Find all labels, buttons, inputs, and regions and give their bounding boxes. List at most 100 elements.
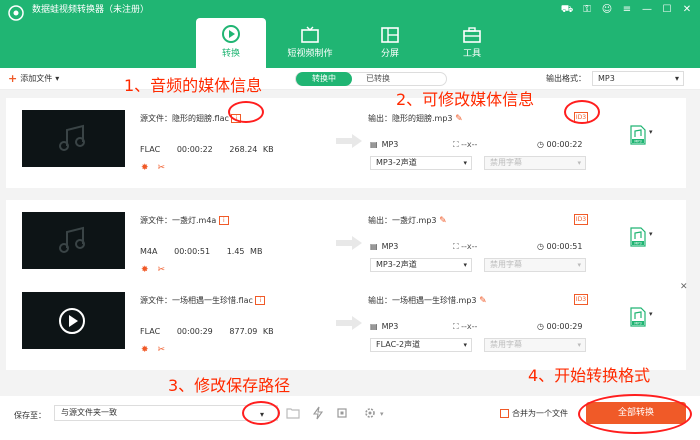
resolution-icon: ⛶ <box>453 322 459 331</box>
clock-icon: ◷ <box>537 140 544 149</box>
seg-converting[interactable]: 转换中 <box>296 72 352 86</box>
source-duration: 00:00:51 <box>174 247 211 256</box>
toolbox-icon <box>463 27 481 43</box>
gpu-icon[interactable] <box>335 406 349 420</box>
subtitle-value: 禁用字幕 <box>490 158 522 167</box>
user-icon[interactable]: ☺ <box>600 3 614 17</box>
output-file-label: 输出：一场相遇一生珍惜.mp3 <box>368 296 477 305</box>
tab-split-screen[interactable]: 分屏 <box>355 20 425 66</box>
source-format: FLAC <box>140 327 161 336</box>
chevron-down-icon[interactable]: ▾ <box>380 410 384 418</box>
source-file-name: 源文件：一场相遇一生珍惜.flac i <box>140 295 266 306</box>
subtitle-select[interactable]: 禁用字幕 ▾ <box>484 258 586 272</box>
output-file-label: 输出：一盏灯.mp3 <box>368 216 437 225</box>
output-format-value: MP3 <box>381 140 399 149</box>
file-tools: ✸ ✂ <box>141 163 165 173</box>
tv-icon <box>301 26 319 43</box>
plus-icon: + <box>8 71 18 85</box>
subtitle-select[interactable]: 禁用字幕 ▾ <box>484 338 586 352</box>
output-resolution: ⛶ --x-- <box>453 140 477 150</box>
chevron-down-icon: ▾ <box>577 341 581 349</box>
output-format: ▤ MP3 <box>370 242 398 251</box>
source-duration: 00:00:29 <box>176 327 213 336</box>
effect-wand-icon[interactable]: ✸ <box>141 345 149 355</box>
output-format-select[interactable]: MP3 ▾ <box>592 71 684 86</box>
audio-channel-select[interactable]: FLAC-2声道 ▾ <box>370 338 472 352</box>
film-icon: ▤ <box>370 140 378 149</box>
status-toggle: 转换中 已转换 <box>295 72 447 86</box>
chevron-down-icon: ▾ <box>463 341 467 349</box>
music-note-icon <box>59 124 85 151</box>
audio-channel-select[interactable]: MP3-2声道 ▾ <box>370 258 472 272</box>
chevron-down-icon[interactable]: ▾ <box>649 230 653 238</box>
tab-convert[interactable]: 转换 <box>196 18 266 68</box>
media-info-icon[interactable]: i <box>218 216 229 225</box>
split-screen-icon <box>381 27 399 43</box>
file-thumbnail <box>22 292 125 349</box>
convert-icon <box>222 25 240 43</box>
film-icon: ▤ <box>370 242 378 251</box>
scissors-icon[interactable]: ✂ <box>158 163 166 173</box>
maximize-icon[interactable]: ☐ <box>660 3 674 17</box>
chevron-down-icon: ▾ <box>674 74 679 83</box>
format-badge-text: MP3 <box>634 241 641 245</box>
film-icon: ▤ <box>370 322 378 331</box>
tab-tools-label: 工具 <box>462 49 481 59</box>
checkbox-icon <box>500 409 509 418</box>
audio-channel-value: MP3-2声道 <box>376 260 417 269</box>
minimize-icon[interactable]: — <box>640 3 654 17</box>
scissors-icon[interactable]: ✂ <box>158 345 166 355</box>
hardware-accel-off-icon[interactable] <box>311 406 325 420</box>
tab-tools[interactable]: 工具 <box>437 20 507 66</box>
output-file-label: 输出：隐形的翅膀.mp3 <box>368 114 453 123</box>
chevron-down-icon: ▾ <box>463 261 467 269</box>
effect-wand-icon[interactable]: ✸ <box>141 163 149 173</box>
chevron-down-icon: ▾ <box>463 159 467 167</box>
audio-channel-value: FLAC-2声道 <box>376 340 421 349</box>
clock-icon: ◷ <box>537 242 544 251</box>
save-to-label: 保存至： <box>14 411 46 420</box>
audio-channel-select[interactable]: MP3-2声道 ▾ <box>370 156 472 170</box>
tab-short-video-label: 短视频制作 <box>287 49 333 59</box>
add-file-button[interactable]: + 添加文件 ▾ <box>8 73 59 84</box>
cart-icon[interactable]: ⛟ <box>560 3 574 17</box>
edit-media-info-icon[interactable]: ID3 <box>574 294 588 305</box>
file-tools: ✸ ✂ <box>141 345 165 355</box>
edit-media-info-icon[interactable]: ID3 <box>574 214 588 225</box>
folder-icon[interactable] <box>286 406 300 420</box>
edit-pencil-icon[interactable]: ✎ <box>479 296 487 306</box>
edit-pencil-icon[interactable]: ✎ <box>439 216 447 226</box>
window-controls: ⛟ ⚿ ☺ ≡ — ☐ ✕ <box>560 3 694 17</box>
key-icon[interactable]: ⚿ <box>580 3 594 17</box>
effect-wand-icon[interactable]: ✸ <box>141 265 149 275</box>
chevron-down-icon[interactable]: ▾ <box>649 310 653 318</box>
menu-icon[interactable]: ≡ <box>620 3 634 17</box>
source-file-label: 源文件：一盏灯.m4a <box>140 216 217 225</box>
annotation-4: 4、开始转换格式 <box>528 366 651 385</box>
tab-short-video[interactable]: 短视频制作 <box>275 20 345 66</box>
format-badge-text: MP3 <box>634 139 641 143</box>
close-icon[interactable]: ✕ <box>680 3 694 17</box>
resolution-icon: ⛶ <box>453 140 459 149</box>
mp3-format-icon[interactable]: MP3 <box>630 307 646 327</box>
annotation-ring-save-path <box>242 401 280 425</box>
play-icon[interactable] <box>57 306 87 336</box>
output-resolution: ⛶ --x-- <box>453 322 477 332</box>
subtitle-value: 禁用字幕 <box>490 260 522 269</box>
row-close-icon[interactable]: ✕ <box>680 282 688 292</box>
settings-gear-icon[interactable] <box>363 406 377 420</box>
subtitle-select[interactable]: 禁用字幕 ▾ <box>484 156 586 170</box>
tab-convert-label: 转换 <box>221 49 240 59</box>
media-info-icon[interactable]: i <box>255 296 266 305</box>
file-row: 源文件：一场相遇一生珍惜.flac i FLAC 00:00:29 877.09 … <box>6 280 688 370</box>
source-file-label: 源文件：一场相遇一生珍惜.flac <box>140 296 253 305</box>
source-file-name: 源文件：隐形的翅膀.flac i <box>140 113 242 124</box>
mp3-format-icon[interactable]: MP3 <box>630 125 646 145</box>
scissors-icon[interactable]: ✂ <box>158 265 166 275</box>
seg-converted[interactable]: 已转换 <box>366 73 390 85</box>
mp3-format-icon[interactable]: MP3 <box>630 227 646 247</box>
merge-checkbox[interactable]: 合并为一个文件 <box>500 408 568 419</box>
output-duration: ◷ 00:00:29 <box>537 322 582 331</box>
edit-pencil-icon[interactable]: ✎ <box>455 114 463 124</box>
chevron-down-icon[interactable]: ▾ <box>649 128 653 136</box>
